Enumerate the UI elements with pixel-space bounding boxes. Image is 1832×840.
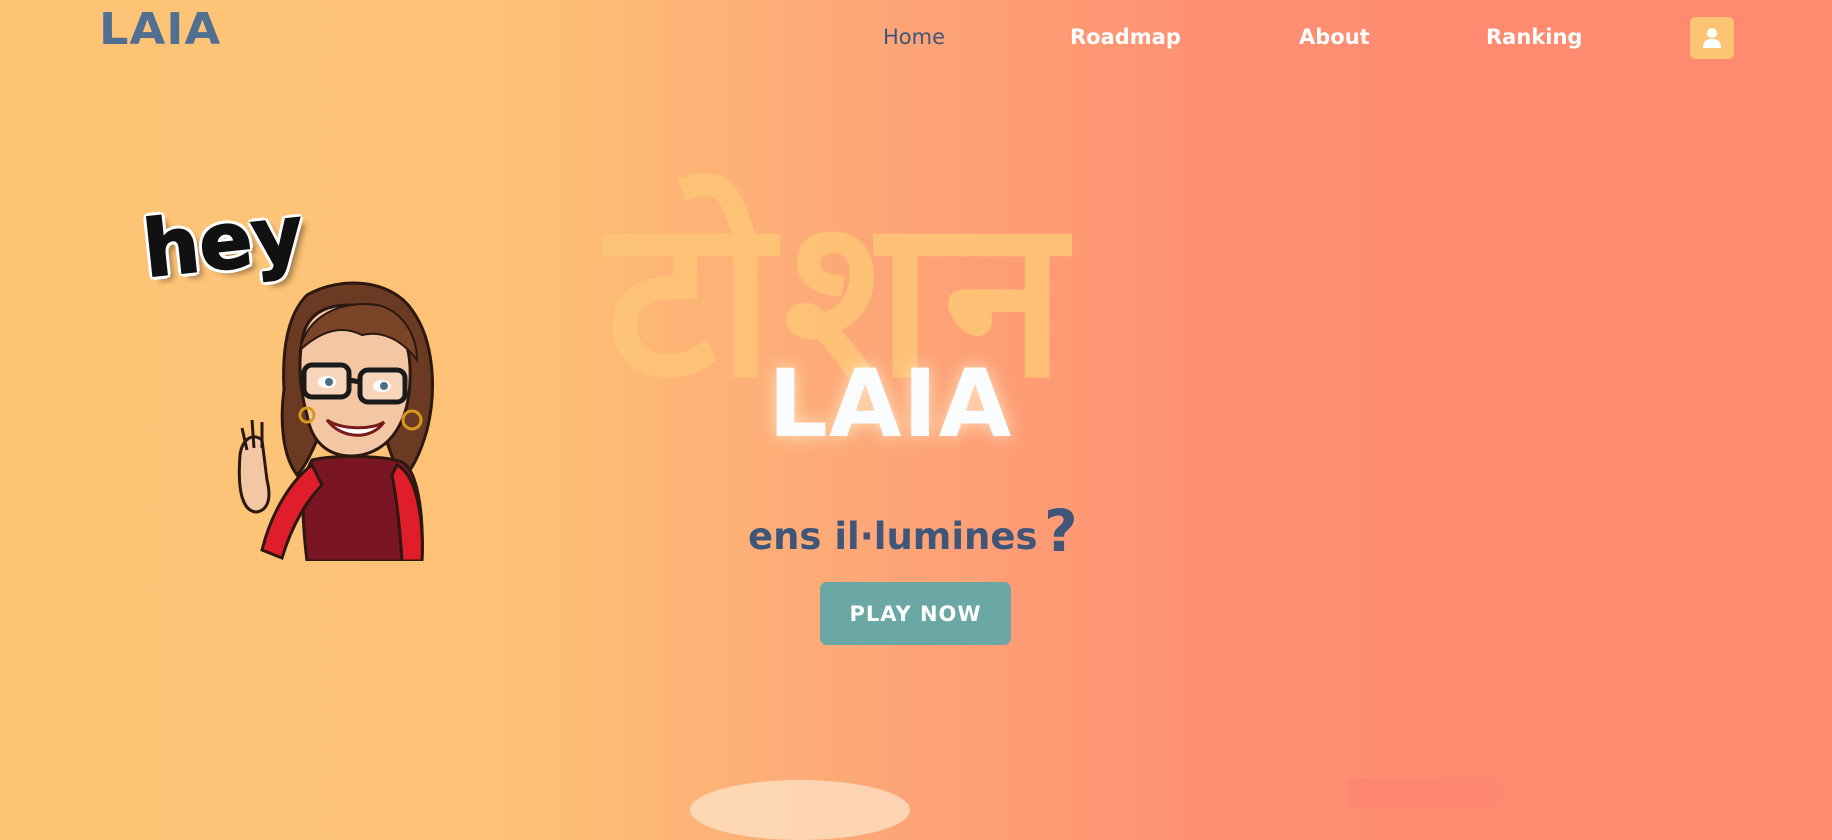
tagline-question-mark: ? xyxy=(1044,497,1078,565)
logo[interactable]: LAIA xyxy=(99,8,221,52)
nav-about[interactable]: About xyxy=(1299,25,1370,49)
play-now-button[interactable]: PLAY NOW xyxy=(820,582,1011,645)
user-icon xyxy=(1703,28,1721,48)
tagline: ens il·lumines xyxy=(748,515,1038,558)
nav-ranking[interactable]: Ranking xyxy=(1486,25,1582,49)
bottom-curve-decoration xyxy=(690,780,910,840)
user-account-button[interactable] xyxy=(1690,17,1734,59)
waving-woman-avatar xyxy=(237,281,434,561)
top-navigation: LAIA Home Roadmap About Ranking xyxy=(0,0,1832,80)
nav-roadmap[interactable]: Roadmap xyxy=(1070,25,1181,49)
nav-home[interactable]: Home xyxy=(883,25,945,49)
hey-sticker-text: hey xyxy=(138,188,308,296)
bottom-panel-decoration xyxy=(1348,778,1498,808)
hero-title: LAIA xyxy=(768,350,1013,459)
